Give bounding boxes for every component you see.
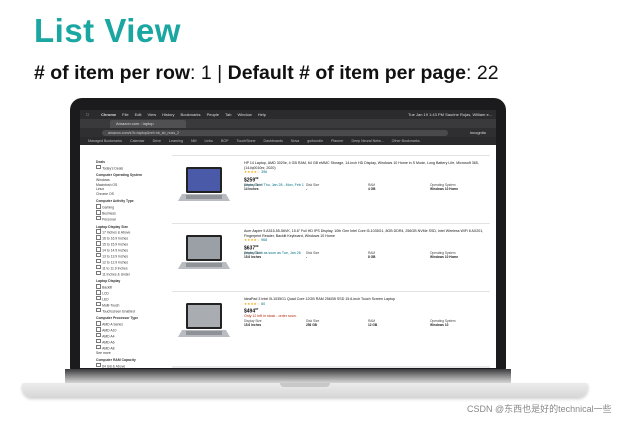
bookmark-item[interactable]: TouchStone [237, 139, 256, 143]
laptop-product-image[interactable] [178, 299, 230, 345]
product-result[interactable]: HP 14 Laptop, AMD 3020e, 4 GB RAM, 64 GB… [172, 157, 490, 221]
spec-value: 14 Inches [244, 187, 259, 191]
items-per-row-value: : 1 | [190, 62, 228, 84]
spec-value: 256 GB [306, 323, 317, 327]
bookmark-item[interactable]: go/bundle [307, 139, 323, 143]
spec-column: RAM 4 GB [368, 183, 418, 191]
spec-value: - [306, 255, 308, 259]
watermark: CSDN @东西也是好的technical一些 [467, 404, 612, 414]
mac-menubar:  Chrome File Edit View History Bookmarks Peopl… [80, 110, 496, 119]
filter-option[interactable]: 64 GB & Above [96, 363, 156, 368]
product-result[interactable]: Acer Aspire 5 A515-55-56VK, 15.6" Full H… [172, 225, 490, 289]
items-per-row-label: # of item per row [34, 62, 191, 84]
menu-item-window[interactable]: Window [237, 112, 251, 117]
menu-item-chrome[interactable]: Chrome [101, 112, 116, 117]
spec-column: Operating System Windows 10 Home [430, 183, 480, 191]
browser-tab[interactable]: Amazon.com : laptop [110, 120, 186, 128]
spec-column: RAM 8 GB [368, 251, 418, 259]
bookmark-item[interactable]: Drive [153, 139, 161, 143]
menubar-status: Tue Jan 19 1:43 PM Saurine Rojas, Willia… [408, 112, 492, 117]
spec-column: Display Size 15.6 Inches [244, 251, 294, 259]
laptop-base [22, 383, 588, 397]
bookmark-item[interactable]: Deep Neural Netw... [351, 139, 383, 143]
spec-column: Disk Size 256 GB [306, 319, 356, 327]
spec-value: - [306, 187, 308, 191]
spec-value: 4 GB [368, 187, 376, 191]
menu-item-bookmarks[interactable]: Bookmarks [181, 112, 201, 117]
product-title[interactable]: Acer Aspire 5 A515-55-56VK, 15.6" Full H… [244, 229, 484, 238]
url-row: amazon.com/s?k=laptop&ref=nb_sb_noss_2 I… [80, 128, 496, 137]
menu-item-history[interactable]: History [162, 112, 174, 117]
spec-value: Windows 10 [430, 323, 449, 327]
laptop-hinge [65, 369, 511, 383]
result-divider [172, 223, 490, 224]
product-title[interactable]: HP 14 Laptop, AMD 3020e, 4 GB RAM, 64 GB… [244, 161, 484, 170]
spec-column: Disk Size - [306, 251, 356, 259]
product-result[interactable]: IdeaPad 3 Intel i5-1035G1 Quad Core 12GB… [172, 293, 490, 357]
items-per-page-value: : 22 [466, 62, 499, 84]
product-rating[interactable]: ★★★★☆ 60 [244, 302, 484, 307]
bookmarks-bar: Managed Bookmarks Calendar Drive Learning NM… [80, 137, 496, 145]
spec-column: Operating System Windows 10 Home [430, 251, 480, 259]
apple-icon[interactable]:  [86, 112, 89, 117]
laptop-product-image[interactable] [178, 163, 230, 209]
product-price[interactable]: $63799 [244, 244, 484, 251]
spec-value: 12 GB [368, 323, 378, 327]
incognito-badge[interactable]: Incognito [470, 128, 486, 137]
amazon-results-page: Deals Today's Deals Computer Operating Sys… [80, 145, 496, 368]
filter-option[interactable]: See more [96, 351, 156, 356]
bookmark-item[interactable]: Planner [331, 139, 343, 143]
bookmark-item[interactable]: Links [205, 139, 213, 143]
menu-item-edit[interactable]: Edit [135, 112, 142, 117]
product-details: IdeaPad 3 Intel i5-1035G1 Quad Core 12GB… [244, 297, 484, 319]
items-per-page-label: Default # of item per page [227, 62, 467, 84]
address-bar[interactable]: amazon.com/s?k=laptop&ref=nb_sb_noss_2 [102, 129, 448, 136]
menu-item-file[interactable]: File [122, 112, 128, 117]
spec-value: 8 GB [368, 255, 376, 259]
bookmark-item[interactable]: Dashboards [264, 139, 283, 143]
menu-items[interactable]: Chrome File Edit View History Bookmarks People… [95, 112, 266, 117]
menu-item-view[interactable]: View [147, 112, 156, 117]
menu-item-help[interactable]: Help [258, 112, 266, 117]
product-rating[interactable]: ★★★★☆ 968 [244, 238, 484, 243]
laptop-product-image[interactable] [178, 231, 230, 277]
filter-option[interactable]: 11 Inches & Under [96, 271, 156, 277]
laptop-screen:  Chrome File Edit View History Bookmarks Peopl… [80, 110, 496, 368]
product-price[interactable]: $49497 [244, 307, 484, 314]
spec-column: Display Size 14 Inches [244, 183, 294, 191]
result-divider [172, 155, 490, 156]
laptop-notch [280, 383, 330, 387]
slide-title: List View [34, 12, 181, 49]
filter-option[interactable]: Today's Deals [96, 165, 156, 171]
bookmark-item[interactable]: Calendar [130, 139, 145, 143]
spec-column: Operating System Windows 10 [430, 319, 480, 327]
filter-sidebar: Deals Today's Deals Computer Operating Sys… [96, 157, 156, 368]
menu-item-tab[interactable]: Tab [225, 112, 231, 117]
bookmark-item[interactable]: Learning [169, 139, 183, 143]
product-rating[interactable]: ★★★★☆ 396 [244, 170, 484, 175]
slide-subtitle: # of item per row: 1 | Default # of item… [34, 62, 499, 85]
product-price[interactable]: $25999 [244, 176, 484, 183]
spec-value: Windows 10 Home [430, 187, 459, 191]
bookmark-item[interactable]: BOP [221, 139, 229, 143]
spec-column: RAM 12 GB [368, 319, 418, 327]
menu-item-people[interactable]: People [207, 112, 219, 117]
spec-value: Windows 10 Home [430, 255, 459, 259]
bookmark-item[interactable]: Other Bookmarks [392, 139, 420, 143]
spec-column: Disk Size - [306, 183, 356, 191]
bookmark-item[interactable]: Managed Bookmarks [88, 139, 122, 143]
spec-column: Display Size 15.6 Inches [244, 319, 294, 327]
spec-value: 15.6 Inches [244, 255, 262, 259]
spec-value: 15.6 Inches [244, 323, 262, 327]
filter-option[interactable]: Chrome OS [96, 192, 156, 197]
filter-option[interactable]: Touchscreen Enabled [96, 308, 156, 314]
bookmark-item[interactable]: NM [191, 139, 197, 143]
tab-bar: Amazon.com : laptop [80, 119, 496, 134]
bottom-divider [172, 366, 490, 368]
filter-option[interactable]: Personal [96, 216, 156, 222]
result-divider [172, 291, 490, 292]
bookmark-item[interactable]: Nova [291, 139, 299, 143]
